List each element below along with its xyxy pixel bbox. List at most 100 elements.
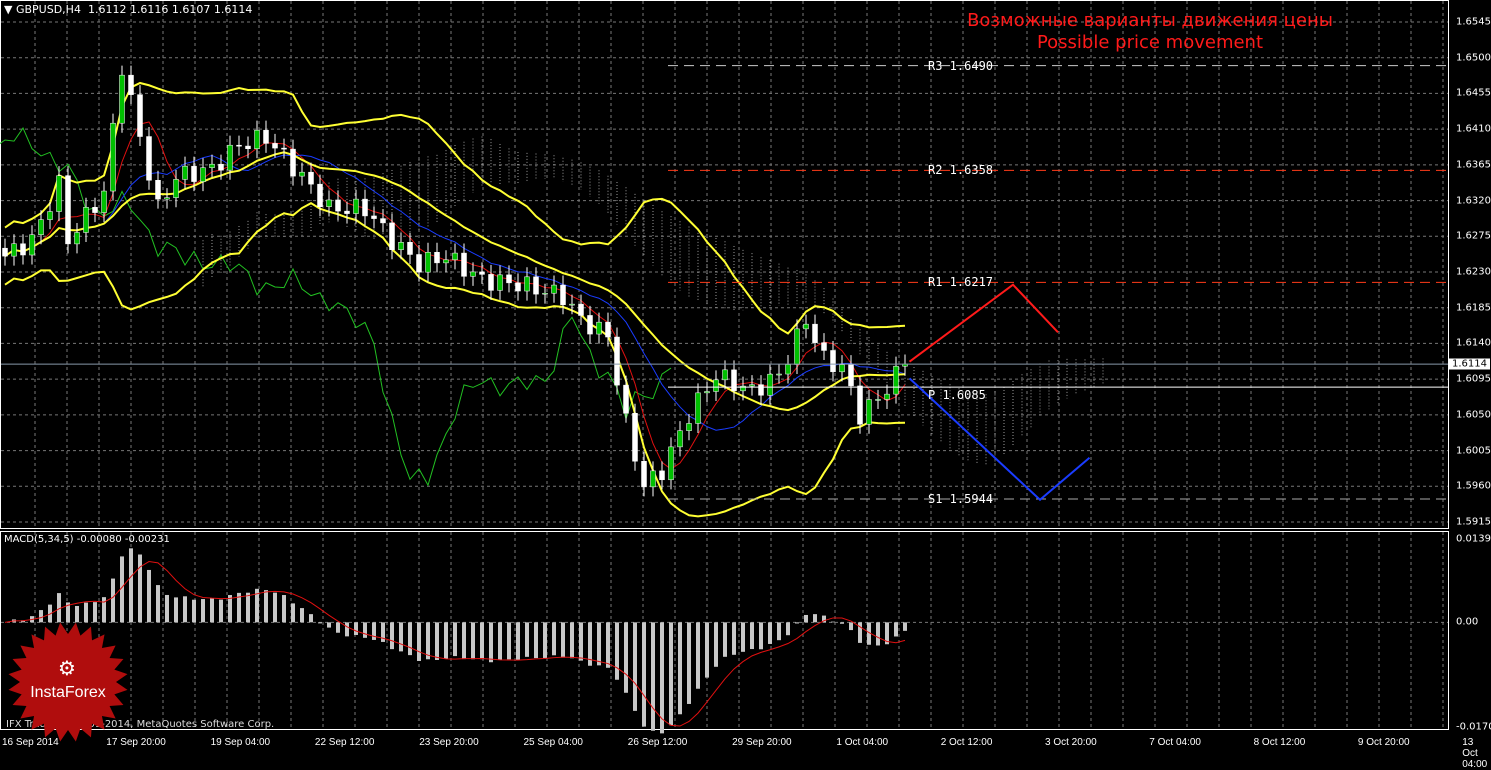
- candle-body: [713, 379, 719, 392]
- macd-bar: [291, 603, 295, 623]
- candle-body: [848, 364, 854, 387]
- macd-bar: [129, 548, 133, 623]
- macd-bar: [264, 590, 268, 623]
- candle-body: [533, 276, 539, 295]
- macd-bar: [741, 622, 745, 652]
- candle-body: [722, 369, 728, 381]
- candle-body: [812, 323, 818, 343]
- level-label-R1: R1 1.6217: [928, 275, 994, 290]
- macd-bar: [345, 622, 349, 637]
- macd-bar: [651, 622, 655, 731]
- macd-bar: [570, 622, 574, 659]
- macd-bar: [849, 622, 853, 631]
- candle-body: [785, 364, 791, 375]
- candle-body: [29, 234, 35, 256]
- macd-bar: [336, 622, 340, 633]
- macd-bar: [39, 610, 43, 623]
- candle-body: [704, 391, 710, 394]
- macd-bar: [300, 608, 304, 623]
- macd-bar: [642, 622, 646, 727]
- macd-bar: [84, 602, 88, 623]
- level-label-R3: R3 1.6490: [928, 58, 994, 73]
- macd-bar: [309, 614, 313, 623]
- candle-body: [893, 365, 899, 395]
- macd-bar: [444, 622, 448, 659]
- price-tick: 1.6500: [1456, 52, 1491, 64]
- candle-body: [434, 252, 440, 264]
- candle-body: [605, 321, 611, 338]
- macd-bar: [228, 595, 232, 623]
- time-tick: 13 Oct 04:00: [1462, 737, 1488, 770]
- macd-bar: [57, 593, 61, 623]
- candle-body: [641, 460, 647, 488]
- candle-body: [695, 392, 701, 424]
- candle-body: [461, 252, 467, 277]
- macd-label: MACD(5,34,5) -0.00080 -0.00231: [4, 534, 170, 545]
- candle-body: [830, 350, 836, 373]
- candle-body: [371, 215, 377, 219]
- macd-bar: [633, 622, 637, 711]
- candle-body: [767, 373, 773, 396]
- candle-body: [803, 323, 809, 330]
- macd-bar: [597, 622, 601, 666]
- candle-body: [164, 197, 170, 200]
- level-label-S1: S1 1.5944: [928, 491, 994, 506]
- candle-body: [110, 122, 116, 192]
- macd-bar: [453, 622, 457, 657]
- macd-bar: [363, 622, 367, 638]
- time-tick: 3 Oct 20:00: [1045, 737, 1097, 748]
- candle-body: [380, 218, 386, 224]
- macd-bar: [498, 622, 502, 660]
- forecast-title-ru: Возможные варианты движения цены: [967, 10, 1333, 31]
- candle-body: [326, 199, 332, 207]
- candle-body: [569, 303, 575, 306]
- time-tick: 23 Sep 20:00: [419, 737, 479, 748]
- time-tick: 7 Oct 04:00: [1149, 737, 1201, 748]
- macd-bar: [579, 622, 583, 661]
- candle-body: [668, 446, 674, 481]
- macd-bar: [831, 621, 835, 623]
- candle-body: [2, 247, 8, 257]
- level-label-R2: R2 1.6358: [928, 163, 994, 178]
- macd-bar: [840, 622, 844, 624]
- logo-text: InstaForex: [30, 684, 106, 701]
- instaforex-logo: InstaForex ⚙: [8, 622, 128, 742]
- candle-body: [686, 423, 692, 431]
- price-tick: 1.6455: [1456, 87, 1491, 99]
- candle-body: [290, 148, 296, 177]
- price-tick: 1.6410: [1456, 123, 1491, 135]
- candle-body: [560, 284, 566, 306]
- macd-bar: [534, 622, 538, 659]
- candle-body: [758, 384, 764, 396]
- chart-canvas[interactable]: [0, 0, 1491, 751]
- candle-body: [101, 190, 107, 213]
- macd-bar: [138, 554, 142, 623]
- candle-body: [398, 242, 404, 251]
- symbol-label: GBPUSD,H4: [15, 3, 81, 16]
- candle-body: [119, 74, 125, 124]
- macd-bar: [318, 622, 322, 624]
- candle-body: [578, 303, 584, 316]
- macd-bar: [543, 622, 547, 658]
- candle-body: [191, 165, 197, 182]
- macd-bar: [516, 622, 520, 661]
- macd-tick: 0.00: [1456, 616, 1479, 628]
- candle-body: [632, 413, 638, 462]
- time-tick: 25 Sep 04:00: [523, 737, 584, 748]
- time-tick: 1 Oct 04:00: [836, 737, 889, 748]
- time-tick: 2 Oct 12:00: [940, 737, 993, 748]
- macd-bar: [192, 599, 196, 623]
- macd-bar: [525, 622, 529, 657]
- candle-body: [515, 282, 521, 292]
- macd-bar: [624, 622, 628, 693]
- candle-body: [38, 219, 44, 235]
- macd-bar: [372, 622, 376, 640]
- candle-body: [425, 252, 431, 273]
- macd-bar: [282, 595, 286, 623]
- dropdown-icon[interactable]: ▼: [4, 3, 16, 16]
- time-tick: 22 Sep 12:00: [314, 737, 375, 748]
- candle-body: [173, 179, 179, 198]
- time-tick: 8 Oct 12:00: [1253, 737, 1306, 748]
- candle-body: [227, 144, 233, 171]
- candle-body: [263, 129, 269, 144]
